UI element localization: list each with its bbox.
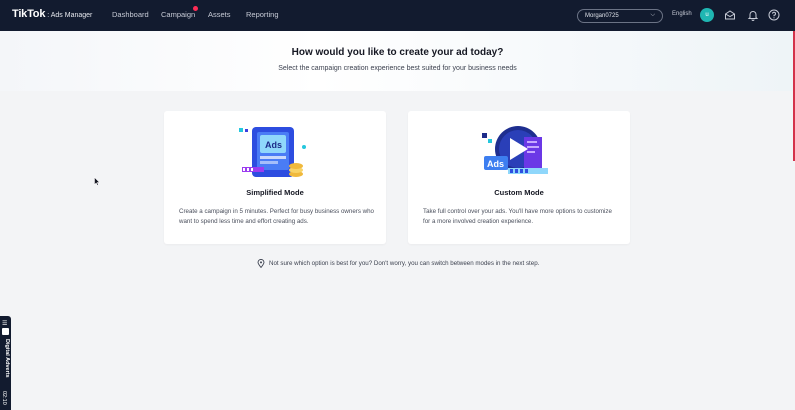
location-pin-icon: [257, 259, 265, 268]
user-avatar[interactable]: u: [700, 8, 714, 22]
campaign-notification-dot: [193, 6, 198, 11]
mode-switch-hint: Not sure which option is best for you? D…: [257, 259, 539, 268]
account-name: Morgan0725: [585, 13, 619, 19]
custom-mode-title: Custom Mode: [494, 188, 544, 197]
nav-campaign[interactable]: Campaign: [161, 10, 195, 19]
square-icon: [2, 328, 9, 335]
logo-sub-text: : Ads Manager: [47, 12, 93, 19]
hero-banner: [0, 31, 795, 91]
floating-side-tab[interactable]: ☰ Digital Adverts 02:10: [0, 316, 11, 410]
custom-mode-illustration: Ads: [482, 126, 548, 174]
mouse-cursor-icon: [94, 177, 100, 186]
simplified-mode-title: Simplified Mode: [246, 188, 304, 197]
menu-icon[interactable]: ☰: [2, 320, 7, 327]
simplified-mode-card[interactable]: Ads Simplified Mode Create a campaign in…: [164, 111, 386, 244]
custom-ads-badge: Ads: [487, 159, 504, 169]
simplified-ads-badge: Ads: [265, 140, 282, 150]
logo-main-text: TikTok: [12, 8, 46, 20]
simplified-mode-illustration: Ads: [239, 127, 306, 177]
nav-reporting[interactable]: Reporting: [246, 10, 279, 19]
nav-assets[interactable]: Assets: [208, 10, 231, 19]
simplified-mode-description: Create a campaign in 5 minutes. Perfect …: [179, 208, 375, 225]
custom-mode-description: Take full control over your ads. You'll …: [423, 208, 612, 225]
language-selector[interactable]: English: [672, 11, 692, 17]
page-subtitle: Select the campaign creation experience …: [278, 65, 517, 72]
side-tab-label: Digital Adverts: [4, 339, 10, 378]
avatar-initial: u: [705, 12, 709, 18]
custom-mode-card[interactable]: Ads Custom Mode Take full control over y…: [408, 111, 630, 244]
hint-text: Not sure which option is best for you? D…: [269, 260, 540, 267]
side-tab-time: 02:10: [1, 391, 7, 405]
page-title: How would you like to create your ad tod…: [291, 47, 504, 58]
chevron-down-icon: ⌵: [650, 12, 655, 18]
nav-dashboard[interactable]: Dashboard: [112, 10, 149, 19]
inbox-icon[interactable]: [723, 8, 737, 22]
help-icon[interactable]: [767, 8, 781, 22]
bell-icon[interactable]: [746, 8, 760, 22]
top-nav-bar: TikTok : Ads Manager Dashboard Campaign …: [0, 0, 795, 31]
tiktok-ads-manager-logo[interactable]: TikTok : Ads Manager: [12, 8, 92, 20]
account-selector[interactable]: Morgan0725 ⌵: [577, 9, 663, 23]
